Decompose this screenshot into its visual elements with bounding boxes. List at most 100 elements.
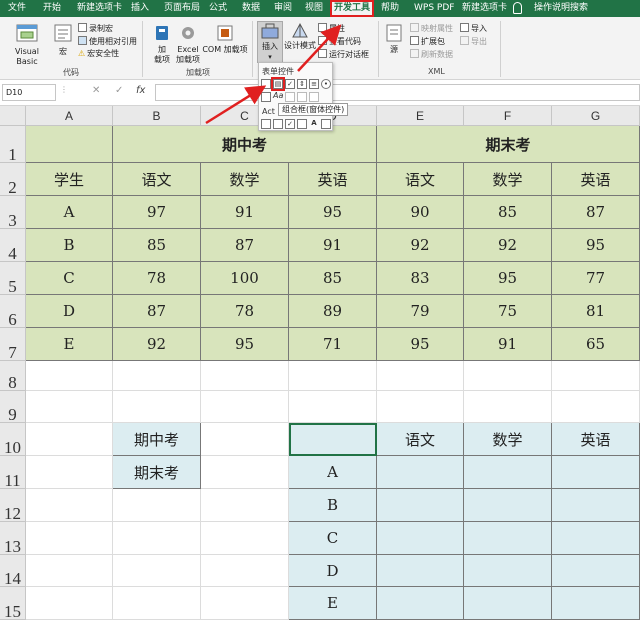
list-box-icon[interactable]: ≡ [309,79,319,89]
cell[interactable] [113,361,201,391]
subject-header-cell[interactable]: 数学 [201,163,289,196]
combo-list-icon[interactable] [309,92,319,102]
lookup-value-cell[interactable] [552,522,640,555]
row-header-12[interactable]: 12 [0,489,26,523]
score-cell[interactable]: 90 [377,196,464,229]
row-header-3[interactable]: 3 [0,196,26,230]
design-mode-button[interactable]: 设计模式 [284,21,316,51]
xml-import-button[interactable]: 导入 [460,23,487,34]
activex-button-icon[interactable] [261,119,271,129]
cell[interactable] [113,555,201,587]
tab-view[interactable]: 视图 [305,0,323,17]
tab-new-tab-2[interactable]: 新建选项卡 [462,0,507,17]
cell[interactable] [552,361,640,391]
row-header-4[interactable]: 4 [0,229,26,263]
selected-cell-d10[interactable] [289,423,377,456]
subject-header-cell[interactable]: 学生 [26,163,113,196]
row-header-2[interactable]: 2 [0,163,26,197]
tab-file[interactable]: 文件 [8,0,26,17]
list-box-icon[interactable] [297,92,307,102]
score-cell[interactable]: 91 [464,328,552,361]
activex-checkbox-icon[interactable]: ✓ [285,119,295,129]
cell[interactable] [201,522,289,555]
cancel-icon[interactable]: ✕ [92,85,100,96]
select-all-corner[interactable] [0,106,26,126]
score-cell[interactable]: 91 [289,229,377,262]
row-header-15[interactable]: 15 [0,587,26,620]
lookup-value-cell[interactable] [552,555,640,587]
cell[interactable] [201,489,289,522]
row-header-8[interactable]: 8 [0,361,26,392]
expansion-packs-button[interactable]: 扩展包 [410,36,445,47]
group-box-icon[interactable] [261,92,271,102]
score-cell[interactable]: 85 [113,229,201,262]
option-button-icon[interactable]: • [321,79,331,89]
cell[interactable] [201,555,289,587]
lookup-student-cell[interactable]: D [289,555,377,587]
cell[interactable] [113,391,201,423]
row-header-6[interactable]: 6 [0,295,26,329]
lookup-value-cell[interactable] [377,456,464,489]
column-header-g[interactable]: G [552,106,640,126]
column-header-b[interactable]: B [113,106,201,126]
enter-icon[interactable]: ✓ [115,85,123,96]
score-cell[interactable]: 79 [377,295,464,328]
properties-button[interactable]: 属性 [318,23,345,34]
scroll-bar-icon[interactable] [285,92,295,102]
score-cell[interactable]: 85 [464,196,552,229]
cell[interactable] [201,423,289,456]
lookup-student-cell[interactable]: B [289,489,377,522]
relative-reference-button[interactable]: 使用相对引用 [78,36,137,47]
refresh-data-button[interactable]: 刷新数据 [410,49,453,60]
score-cell[interactable]: 71 [289,328,377,361]
insert-function-button[interactable]: fx [136,85,145,96]
row-header-7[interactable]: 7 [0,328,26,362]
excel-addins-button[interactable]: Excel 加载项 [175,23,201,65]
row-header-14[interactable]: 14 [0,555,26,588]
row-header-1[interactable]: 1 [0,126,26,164]
lookup-value-cell[interactable] [464,587,552,620]
cell[interactable] [289,391,377,423]
cell[interactable] [377,361,464,391]
cell[interactable] [26,555,113,587]
student-name-cell[interactable]: D [26,295,113,328]
activex-label-icon[interactable]: A [309,119,319,129]
score-cell[interactable]: 97 [113,196,201,229]
column-header-e[interactable]: E [377,106,464,126]
insert-control-button[interactable]: 插入 ▾ [257,21,283,63]
exam-list-cell[interactable]: 期末考 [113,456,201,489]
cell[interactable] [289,361,377,391]
checkbox-control-icon[interactable]: ✓ [285,79,295,89]
tell-me-search[interactable]: 操作说明搜索 [534,0,588,17]
subject-header-cell[interactable]: 语文 [377,163,464,196]
cell[interactable] [26,423,113,456]
score-cell[interactable]: 95 [289,196,377,229]
lookup-value-cell[interactable] [552,489,640,522]
student-name-cell[interactable]: A [26,196,113,229]
spin-button-icon[interactable]: ⇕ [297,79,307,89]
button-control-icon[interactable] [261,79,271,89]
com-addins-button[interactable]: COM 加载项 [202,23,248,55]
score-cell[interactable]: 65 [552,328,640,361]
activex-list-icon[interactable] [297,119,307,129]
score-cell[interactable]: 89 [289,295,377,328]
tab-help[interactable]: 帮助 [381,0,399,17]
score-cell[interactable]: 91 [201,196,289,229]
row-header-11[interactable]: 11 [0,456,26,490]
student-name-cell[interactable]: B [26,229,113,262]
activex-more-icon[interactable] [321,119,331,129]
row-header-13[interactable]: 13 [0,522,26,556]
lookup-value-cell[interactable] [377,555,464,587]
cell[interactable] [552,391,640,423]
tab-data[interactable]: 数据 [242,0,260,17]
score-cell[interactable]: 92 [464,229,552,262]
tab-home[interactable]: 开始 [43,0,61,17]
score-cell[interactable]: 92 [377,229,464,262]
lookup-student-cell[interactable]: C [289,522,377,555]
lookup-value-cell[interactable] [552,456,640,489]
cell[interactable] [113,522,201,555]
run-dialog-button[interactable]: 运行对话框 [318,49,369,60]
lookup-header-cell[interactable]: 英语 [552,423,640,456]
cell[interactable] [26,522,113,555]
lookup-value-cell[interactable] [377,522,464,555]
